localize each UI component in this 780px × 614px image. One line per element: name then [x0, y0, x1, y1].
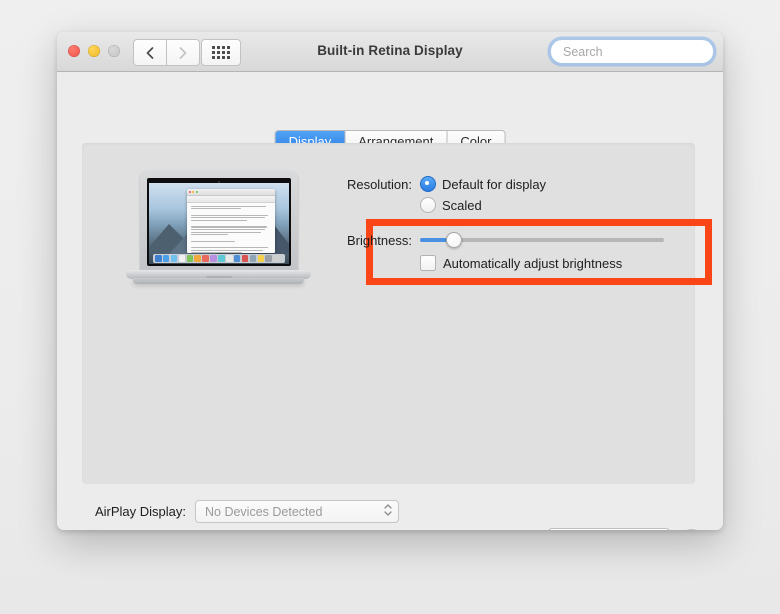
laptop-lid	[140, 171, 298, 272]
desktop-wallpaper	[149, 182, 289, 264]
airplay-row: AirPlay Display: No Devices Detected	[82, 500, 399, 523]
search-input[interactable]	[563, 44, 723, 59]
slider-knob[interactable]	[446, 232, 463, 248]
laptop-screen	[147, 178, 291, 266]
search-field[interactable]	[550, 39, 723, 64]
brightness-row: Brightness:	[327, 232, 664, 248]
radio-icon-selected	[420, 176, 436, 192]
window-body: Display Arrangement Color Resolution: De…	[57, 72, 723, 530]
auto-brightness-checkbox[interactable]	[420, 255, 436, 271]
screen: Built-in Retina Display Display Arrangem…	[0, 0, 780, 614]
airplay-label: AirPlay Display:	[94, 504, 186, 519]
radio-default-for-display[interactable]: Default for display	[420, 176, 546, 192]
radio-icon-unselected	[420, 197, 436, 213]
airplay-popup-button[interactable]: No Devices Detected	[195, 500, 399, 523]
brightness-highlight-box	[366, 219, 712, 285]
resolution-row: Resolution: Default for display Scaled	[327, 176, 546, 218]
airplay-value: No Devices Detected	[205, 504, 323, 519]
resolution-options: Default for display Scaled	[420, 176, 546, 218]
radio-scaled[interactable]: Scaled	[420, 197, 546, 213]
laptop-base	[133, 278, 304, 284]
help-button[interactable]: ?	[680, 528, 703, 530]
system-preferences-window: Built-in Retina Display Display Arrangem…	[57, 32, 723, 530]
preview-text	[187, 203, 275, 253]
chevron-updown-icon	[384, 504, 392, 516]
preview-titlebar	[186, 188, 275, 196]
window-titlebar: Built-in Retina Display	[57, 32, 723, 72]
radio-label-scaled: Scaled	[442, 197, 482, 213]
auto-brightness-row[interactable]: Automatically adjust brightness	[420, 255, 622, 271]
document-window-preview	[186, 188, 275, 253]
brightness-slider[interactable]	[420, 232, 664, 248]
resolution-label: Resolution:	[346, 177, 412, 192]
gather-windows-button[interactable]: Gather Windows	[547, 528, 670, 530]
preview-toolbar	[186, 195, 275, 203]
auto-brightness-label: Automatically adjust brightness	[443, 255, 623, 271]
radio-label-default: Default for display	[442, 176, 547, 192]
dock	[153, 254, 285, 263]
display-settings-panel: Resolution: Default for display Scaled B…	[82, 143, 712, 484]
brightness-label: Brightness:	[346, 232, 412, 248]
laptop-preview	[126, 171, 311, 293]
footer-buttons: Gather Windows ?	[547, 528, 703, 530]
